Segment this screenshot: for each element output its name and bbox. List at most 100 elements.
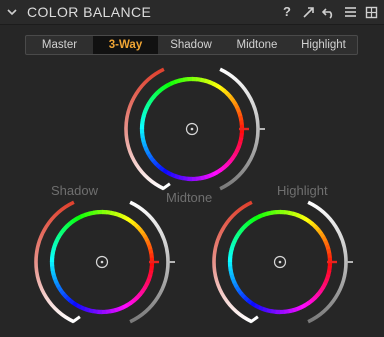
shadow-hue-segment [61, 292, 69, 299]
highlight-hue-segment [229, 243, 236, 250]
menu-icon[interactable] [343, 5, 357, 19]
reset-icon[interactable] [322, 5, 336, 19]
midtone-hue-segment [239, 119, 244, 126]
midtone-hue-segment [178, 77, 185, 83]
shadow-hue-segment [71, 300, 79, 308]
header-toolbar: ? [280, 4, 378, 20]
expand-icon[interactable] [301, 5, 315, 19]
shadow-luminance-handle [72, 315, 81, 323]
preset-icon[interactable] [364, 5, 378, 19]
midtone-hue-segment [233, 149, 240, 156]
shadow-hue-segment [50, 247, 56, 254]
midtone-color-wheel[interactable] [112, 67, 280, 191]
midtone-wheel-graphic[interactable] [112, 67, 280, 191]
midtone-hue-segment [238, 115, 244, 122]
midtone-hue-segment [165, 170, 172, 177]
highlight-hue-segment [250, 216, 257, 223]
tab-master[interactable]: Master [26, 36, 93, 54]
shadow-hue-segment [113, 307, 120, 313]
highlight-hue-segment [232, 235, 239, 242]
highlight-wheel-graphic[interactable] [200, 200, 368, 325]
shadow-hue-segment [68, 218, 76, 226]
shadow-hue-segment [88, 210, 95, 216]
highlight-wheel-label: Highlight [277, 183, 328, 198]
midtone-hue-segment [215, 83, 223, 91]
shadow-hue-segment [135, 292, 142, 300]
chevron-down-icon[interactable] [5, 5, 19, 19]
midtone-hue-segment [144, 102, 151, 109]
shadow-hue-segment [147, 244, 153, 251]
highlight-hue-segment [324, 274, 331, 281]
highlight-hue-segment [313, 292, 320, 300]
highlight-hue-segment [257, 212, 265, 219]
midtone-hue-segment [200, 77, 207, 83]
shadow-hue-segment [138, 228, 146, 236]
midtone-hue-segment [203, 174, 210, 180]
shadow-hue-segment [56, 285, 63, 292]
highlight-hue-segment [318, 285, 326, 293]
midtone-hue-segment [144, 148, 151, 156]
shadow-hue-segment [145, 278, 151, 285]
shadow-hue-segment [132, 295, 139, 303]
midtone-hue-segment [228, 95, 236, 103]
midtone-hue-segment [165, 81, 173, 88]
mode-tabs: Master 3-Way Shadow Midtone Highlight [25, 35, 358, 55]
shadow-hue-segment [50, 269, 56, 276]
shadow-color-wheel[interactable] [22, 200, 190, 325]
midtone-luminance-handle [162, 182, 171, 190]
shadow-wheel-graphic[interactable] [22, 200, 190, 325]
midtone-hue-segment [177, 175, 184, 181]
highlight-hue-segment [283, 309, 290, 314]
highlight-hue-segment [307, 219, 315, 226]
highlight-hue-segment [231, 239, 237, 246]
highlight-hue-segment [253, 303, 260, 310]
midtone-hue-segment [161, 167, 169, 175]
shadow-hue-segment [143, 235, 150, 243]
highlight-color-wheel[interactable] [200, 200, 368, 325]
highlight-hue-segment [327, 252, 332, 259]
midtone-hue-segment [141, 140, 147, 147]
midtone-hue-segment [140, 114, 146, 121]
highlight-hue-segment [295, 305, 303, 312]
highlight-hue-segment [323, 278, 329, 285]
midtone-hue-segment [235, 106, 242, 114]
shadow-hue-segment [128, 298, 136, 306]
midtone-center-dot [190, 127, 194, 131]
highlight-hue-segment [321, 235, 328, 243]
midtone-hue-segment [195, 176, 202, 181]
highlight-hue-segment [230, 277, 237, 285]
shadow-hue-segment [145, 239, 152, 247]
midtone-hue-segment [146, 152, 153, 159]
shadow-hue-segment [50, 252, 55, 258]
shadow-wheel-label: Shadow [51, 183, 98, 198]
shadow-hue-segment [138, 289, 145, 297]
midtone-hue-segment [199, 175, 206, 181]
shadow-hue-segment [59, 227, 66, 235]
highlight-hue-segment [323, 239, 330, 247]
shadow-hue-segment [53, 239, 59, 246]
tab-shadow[interactable]: Shadow [158, 36, 224, 54]
midtone-hue-segment [140, 119, 145, 125]
shadow-hue-segment [75, 214, 83, 221]
midtone-hue-segment [169, 79, 177, 86]
highlight-hue-segment [266, 210, 273, 216]
midtone-hue-segment [140, 132, 145, 139]
highlight-hue-segment [287, 308, 294, 314]
midtone-hue-segment [233, 102, 240, 110]
midtone-hue-segment [222, 162, 229, 170]
help-icon[interactable]: ? [280, 5, 294, 19]
shadow-hue-segment [118, 213, 125, 219]
highlight-hue-segment [257, 305, 264, 311]
shadow-hue-segment [79, 212, 87, 219]
tab-highlight[interactable]: Highlight [290, 36, 357, 54]
highlight-hue-segment [270, 309, 276, 314]
tab-3-way[interactable]: 3-Way [93, 36, 158, 54]
tab-midtone[interactable]: Midtone [224, 36, 290, 54]
shadow-hue-segment [122, 214, 129, 221]
highlight-hue-segment [242, 295, 250, 302]
shadow-hue-segment [149, 266, 154, 272]
shadow-hue-segment [67, 298, 75, 305]
highlight-hue-segment [300, 214, 307, 221]
highlight-hue-segment [234, 285, 241, 292]
midtone-hue-segment [149, 94, 156, 102]
